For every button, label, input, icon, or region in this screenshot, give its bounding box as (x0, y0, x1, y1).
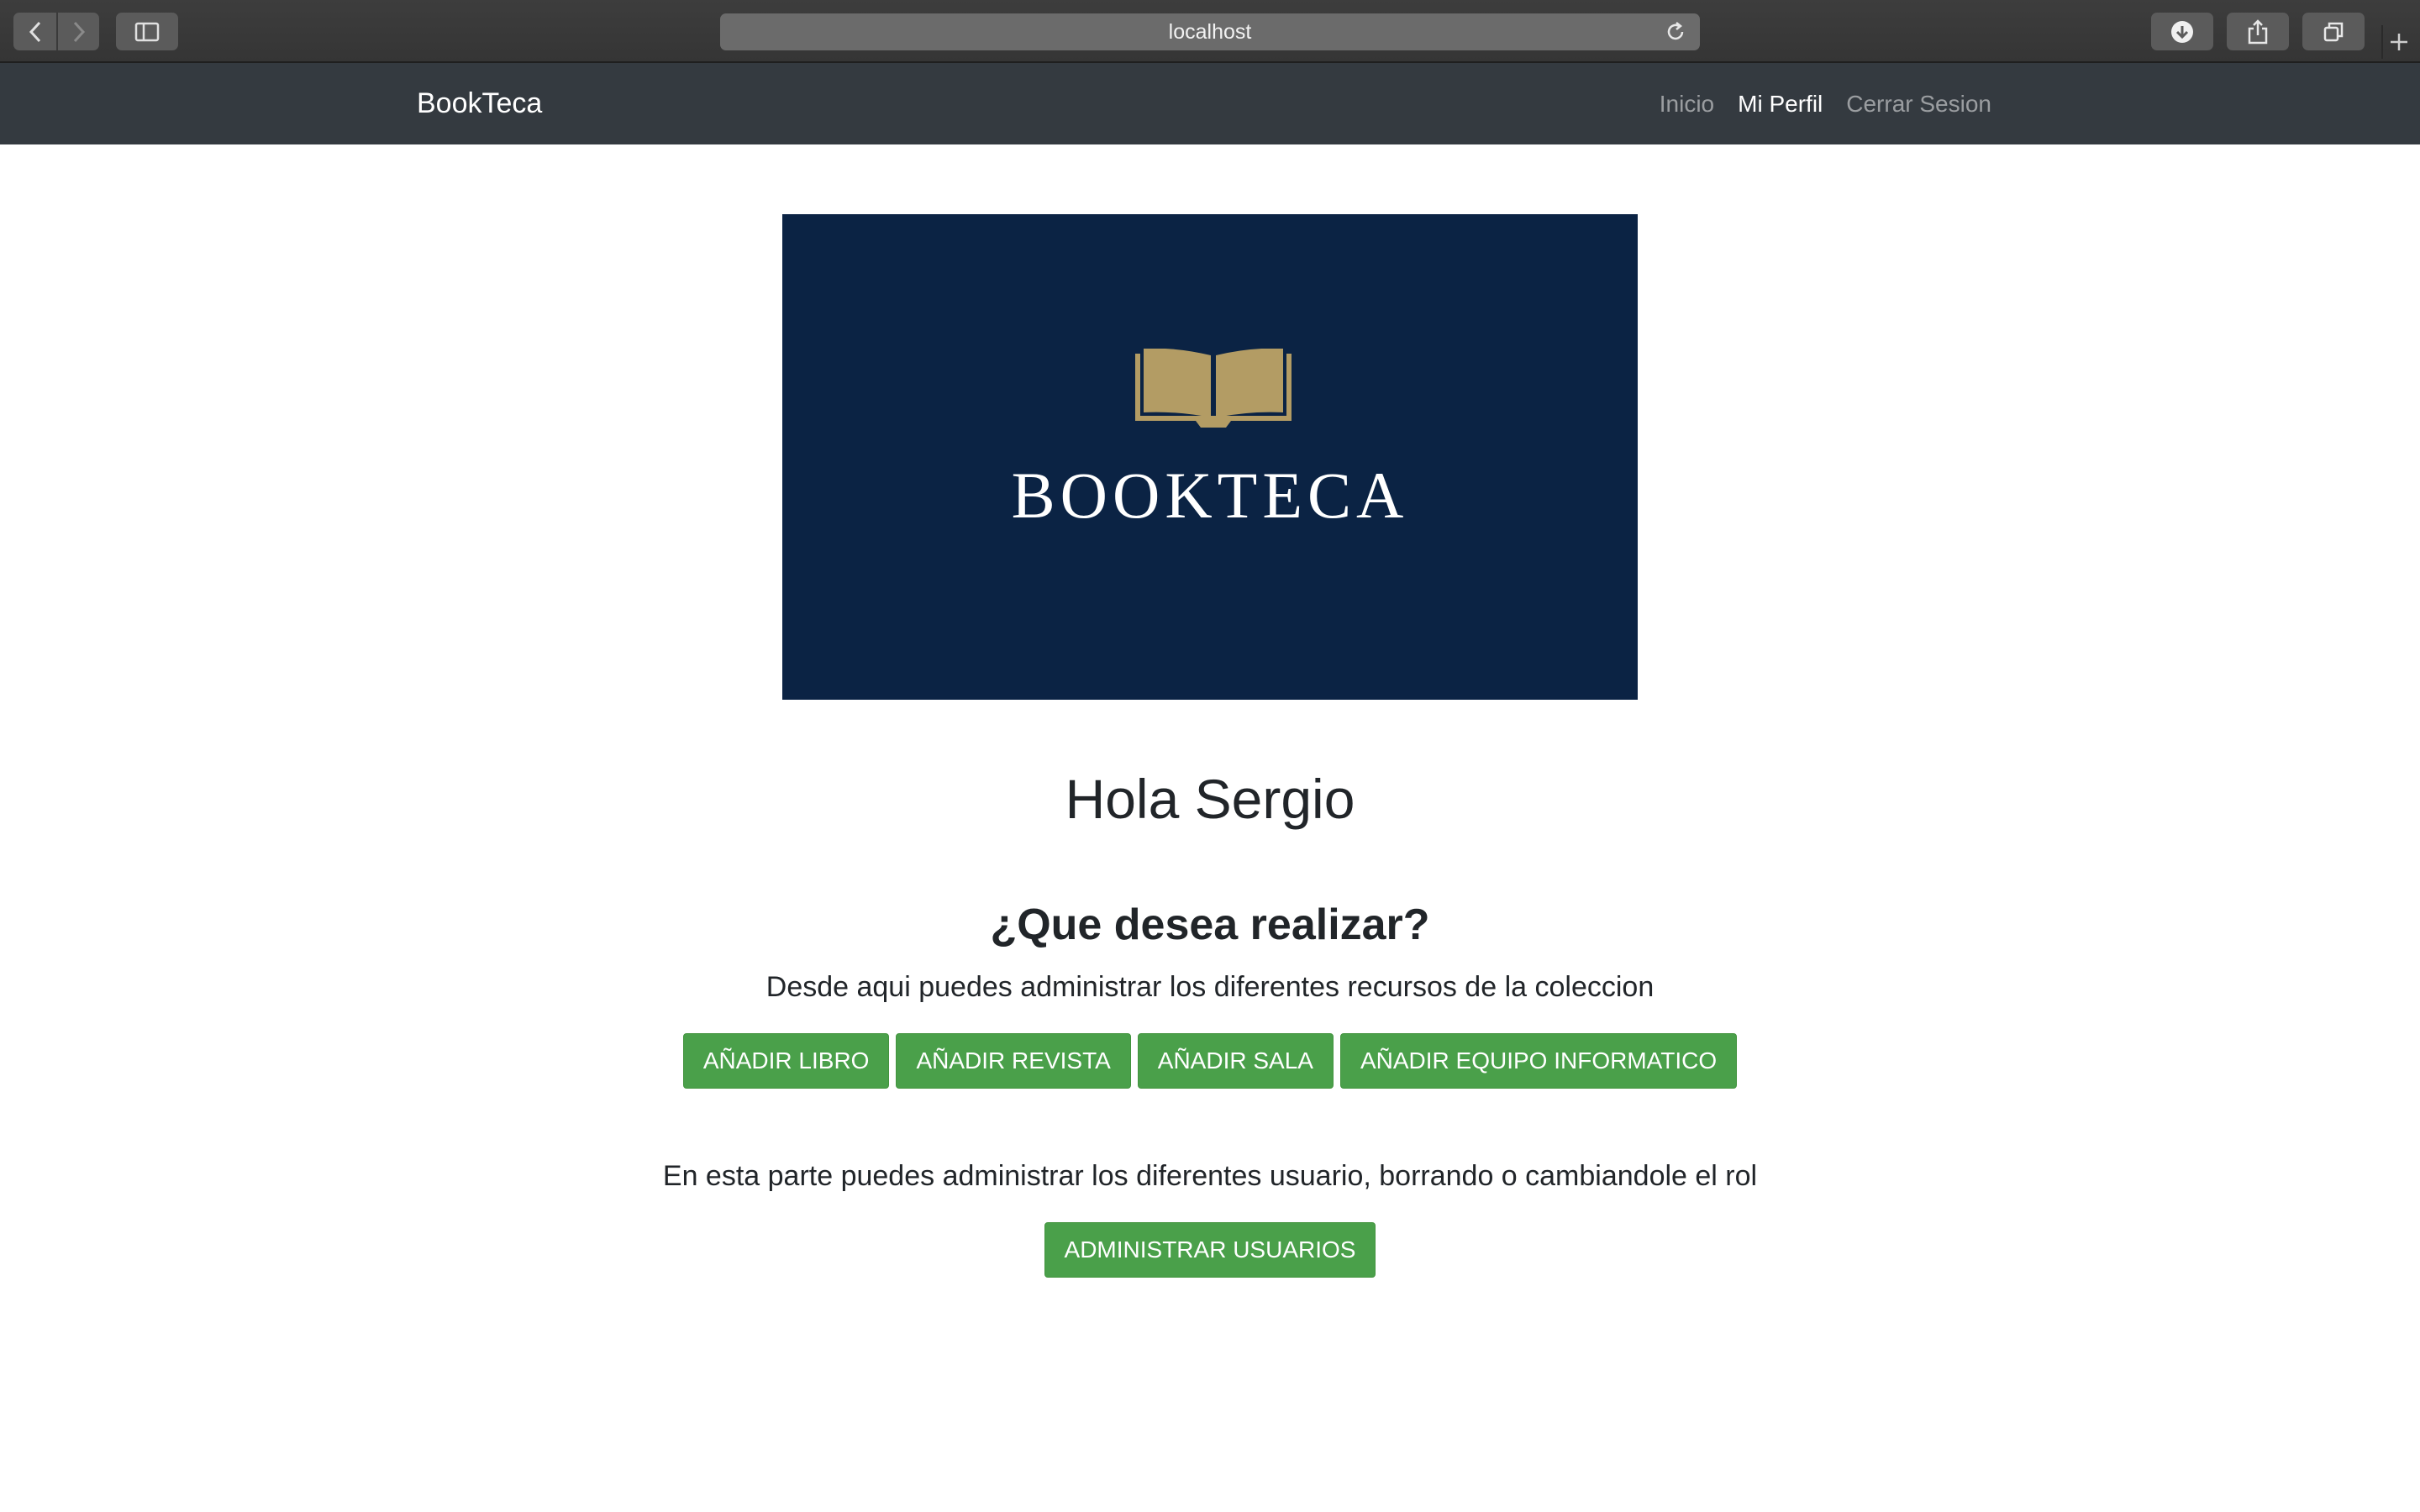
download-icon (2171, 20, 2193, 43)
history-nav (13, 13, 99, 50)
add-room-button[interactable]: AÑADIR SALA (1137, 1033, 1334, 1089)
nav-link-cerrar-sesion[interactable]: Cerrar Sesion (1846, 91, 1991, 118)
add-magazine-button[interactable]: AÑADIR REVISTA (896, 1033, 1131, 1089)
reload-icon (1667, 22, 1684, 40)
sidebar-toggle-button[interactable] (116, 13, 178, 50)
greeting-heading: Hola Sergio (1065, 768, 1355, 830)
url-text: localhost (1168, 19, 1252, 44)
resources-description: Desde aqui puedes administrar los difere… (765, 971, 1655, 1003)
share-icon (2248, 18, 2268, 44)
bookteca-logo-image: BOOKTECA (782, 214, 1638, 700)
open-book-icon (1135, 349, 1292, 428)
back-button[interactable] (13, 13, 56, 50)
actions-heading: ¿Que desea realizar? (990, 900, 1430, 949)
downloads-button[interactable] (2151, 13, 2213, 50)
add-computer-equipment-button[interactable]: AÑADIR EQUIPO INFORMATICO (1339, 1033, 1738, 1089)
logo-wordmark: BOOKTECA (1011, 459, 1409, 532)
browser-toolbar: localhost (0, 0, 2420, 63)
reload-button[interactable] (1665, 21, 1686, 49)
users-description: En esta parte puedes administrar los dif… (662, 1160, 1758, 1192)
manage-users-button[interactable]: ADMINISTRAR USUARIOS (1044, 1222, 1376, 1278)
app-navbar: BookTeca Inicio Mi Perfil Cerrar Sesion (0, 63, 2420, 144)
add-book-button[interactable]: AÑADIR LIBRO (682, 1033, 890, 1089)
resource-buttons: AÑADIR LIBRO AÑADIR REVISTA AÑADIR SALA … (0, 1033, 2420, 1089)
forward-button[interactable] (56, 13, 99, 50)
chevron-right-icon (73, 21, 85, 42)
nav-link-inicio[interactable]: Inicio (1660, 91, 1714, 118)
tabs-overview-button[interactable] (2302, 13, 2365, 50)
address-bar[interactable]: localhost (720, 13, 1700, 50)
chevron-left-icon (29, 21, 40, 42)
plus-icon (2391, 34, 2407, 50)
users-button-row: ADMINISTRAR USUARIOS (0, 1222, 2420, 1278)
new-tab-button[interactable] (2381, 25, 2415, 59)
sidebar-icon (134, 22, 160, 41)
share-button[interactable] (2227, 13, 2289, 50)
nav-links: Inicio Mi Perfil Cerrar Sesion (1660, 63, 1991, 144)
tabs-icon (2323, 22, 2344, 41)
nav-link-mi-perfil[interactable]: Mi Perfil (1738, 91, 1823, 118)
brand-link[interactable]: BookTeca (417, 63, 542, 144)
